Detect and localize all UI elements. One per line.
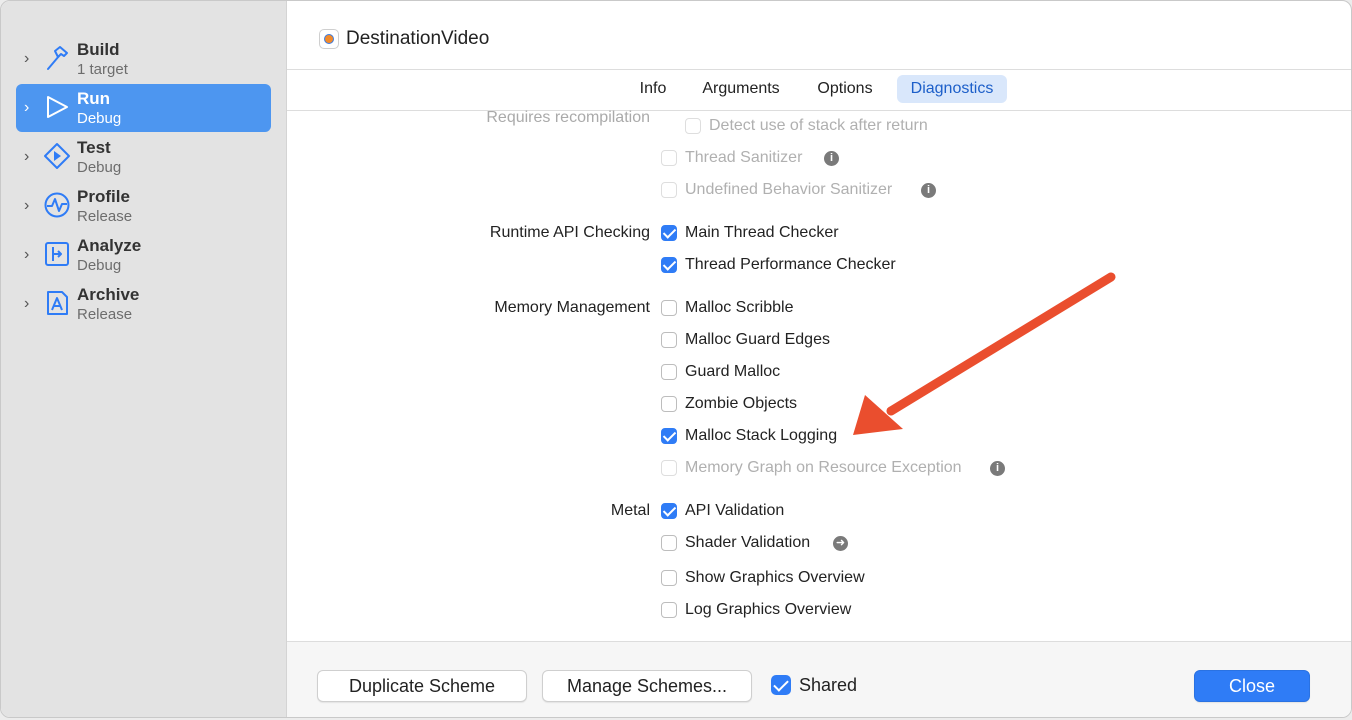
sidebar-item-profile[interactable]: › Profile Release — [16, 182, 271, 230]
option-label: Malloc Stack Logging — [685, 427, 838, 444]
shader-validation-checkbox[interactable] — [661, 535, 677, 551]
option-label: Log Graphics Overview — [685, 601, 852, 618]
tab-diagnostics[interactable]: Diagnostics — [897, 75, 1007, 103]
option-label: API Validation — [685, 502, 785, 519]
requires-recompilation-label: Requires recompilation — [486, 109, 650, 126]
sidebar-item-subtitle: Debug — [77, 159, 122, 176]
malloc-guard-edges-checkbox[interactable] — [661, 332, 677, 348]
shared-label: Shared — [799, 675, 858, 695]
sidebar-item-subtitle: Release — [77, 306, 133, 323]
chevron-right-icon[interactable]: › — [24, 148, 34, 166]
sidebar-item-title: Test — [77, 138, 111, 157]
option-label: Undefined Behavior Sanitizer — [685, 181, 893, 198]
option-label: Main Thread Checker — [685, 224, 839, 241]
sidebar-item-title: Archive — [77, 285, 140, 304]
info-icon[interactable]: i — [824, 151, 839, 166]
test-diamond-icon — [44, 143, 70, 169]
sidebar-item-subtitle: Debug — [77, 257, 122, 274]
go-to-arrow-icon[interactable]: ➜ — [833, 536, 848, 551]
scheme-editor-window: › Build 1 target › Run Debug › Test Debu… — [0, 0, 1352, 718]
option-label: Malloc Guard Edges — [685, 331, 830, 348]
hammer-icon — [47, 46, 68, 70]
scheme-actions-sidebar: › Build 1 target › Run Debug › Test Debu… — [1, 1, 287, 717]
tab-options[interactable]: Options — [805, 75, 885, 103]
info-icon[interactable]: i — [921, 183, 936, 198]
main-thread-checker-checkbox[interactable] — [661, 225, 677, 241]
sidebar-item-archive[interactable]: › Archive Release — [16, 280, 271, 328]
manage-schemes-button[interactable]: Manage Schemes... — [542, 670, 752, 702]
malloc-scribble-checkbox[interactable] — [661, 300, 677, 316]
memory-graph-resource-exception-checkbox[interactable] — [661, 460, 677, 476]
sidebar-item-subtitle: Debug — [77, 110, 122, 127]
duplicate-scheme-button[interactable]: Duplicate Scheme — [317, 670, 527, 702]
tab-bar: Info Arguments Options Diagnostics — [287, 69, 1351, 111]
sidebar-item-build[interactable]: › Build 1 target — [16, 35, 271, 83]
runtime-api-checking-label: Runtime API Checking — [489, 224, 650, 241]
zombie-objects-checkbox[interactable] — [661, 396, 677, 412]
show-graphics-overview-checkbox[interactable] — [661, 570, 677, 586]
thread-performance-checker-checkbox[interactable] — [661, 257, 677, 273]
guard-malloc-checkbox[interactable] — [661, 364, 677, 380]
detect-stack-after-return-checkbox[interactable] — [685, 118, 701, 134]
sidebar-item-title: Profile — [77, 187, 130, 206]
sidebar-item-title: Run — [77, 89, 111, 108]
sidebar-item-subtitle: 1 target — [77, 61, 128, 78]
sidebar-item-run[interactable]: › Run Debug — [16, 84, 271, 132]
sidebar-item-title: Build — [77, 40, 120, 59]
chevron-right-icon[interactable]: › — [24, 295, 34, 313]
sidebar-item-test[interactable]: › Test Debug — [16, 133, 271, 181]
api-validation-checkbox[interactable] — [661, 503, 677, 519]
undefined-behavior-sanitizer-checkbox[interactable] — [661, 182, 677, 198]
close-button[interactable]: Close — [1194, 670, 1310, 702]
option-label: Thread Sanitizer — [685, 149, 803, 166]
option-label: Guard Malloc — [685, 363, 781, 380]
option-label: Zombie Objects — [685, 395, 798, 412]
profile-wave-icon — [44, 192, 70, 218]
option-label: Shader Validation — [685, 534, 811, 551]
chevron-right-icon[interactable]: › — [24, 246, 34, 264]
sidebar-item-analyze[interactable]: › Analyze Debug — [16, 231, 271, 279]
archive-icon — [47, 291, 68, 315]
scheme-header: DestinationVideo — [287, 1, 1351, 70]
chevron-right-icon[interactable]: › — [24, 197, 34, 215]
diagnostics-form: Requires recompilation Detect use of sta… — [287, 109, 1351, 641]
scheme-target-title: DestinationVideo — [346, 28, 490, 49]
chevron-right-icon[interactable]: › — [24, 50, 34, 68]
sidebar-item-title: Analyze — [77, 236, 142, 255]
info-icon[interactable]: i — [990, 461, 1005, 476]
malloc-stack-logging-checkbox[interactable] — [661, 428, 677, 444]
option-label: Show Graphics Overview — [685, 569, 865, 586]
option-label: Memory Graph on Resource Exception — [685, 459, 962, 476]
option-label: Thread Performance Checker — [685, 256, 896, 273]
option-label: Detect use of stack after return — [709, 117, 928, 134]
play-icon — [47, 96, 68, 118]
app-icon — [319, 29, 339, 49]
analyze-icon — [45, 242, 69, 266]
memory-management-label: Memory Management — [494, 299, 650, 316]
thread-sanitizer-checkbox[interactable] — [661, 150, 677, 166]
scheme-footer: Duplicate Scheme Manage Schemes... Share… — [287, 641, 1351, 717]
metal-label: Metal — [610, 502, 650, 519]
tab-arguments[interactable]: Arguments — [691, 75, 791, 103]
sidebar-item-subtitle: Release — [77, 208, 133, 225]
tab-info[interactable]: Info — [625, 75, 681, 103]
log-graphics-overview-checkbox[interactable] — [661, 602, 677, 618]
chevron-right-icon[interactable]: › — [24, 99, 34, 117]
option-label: Malloc Scribble — [685, 299, 794, 316]
shared-checkbox[interactable] — [771, 675, 791, 695]
